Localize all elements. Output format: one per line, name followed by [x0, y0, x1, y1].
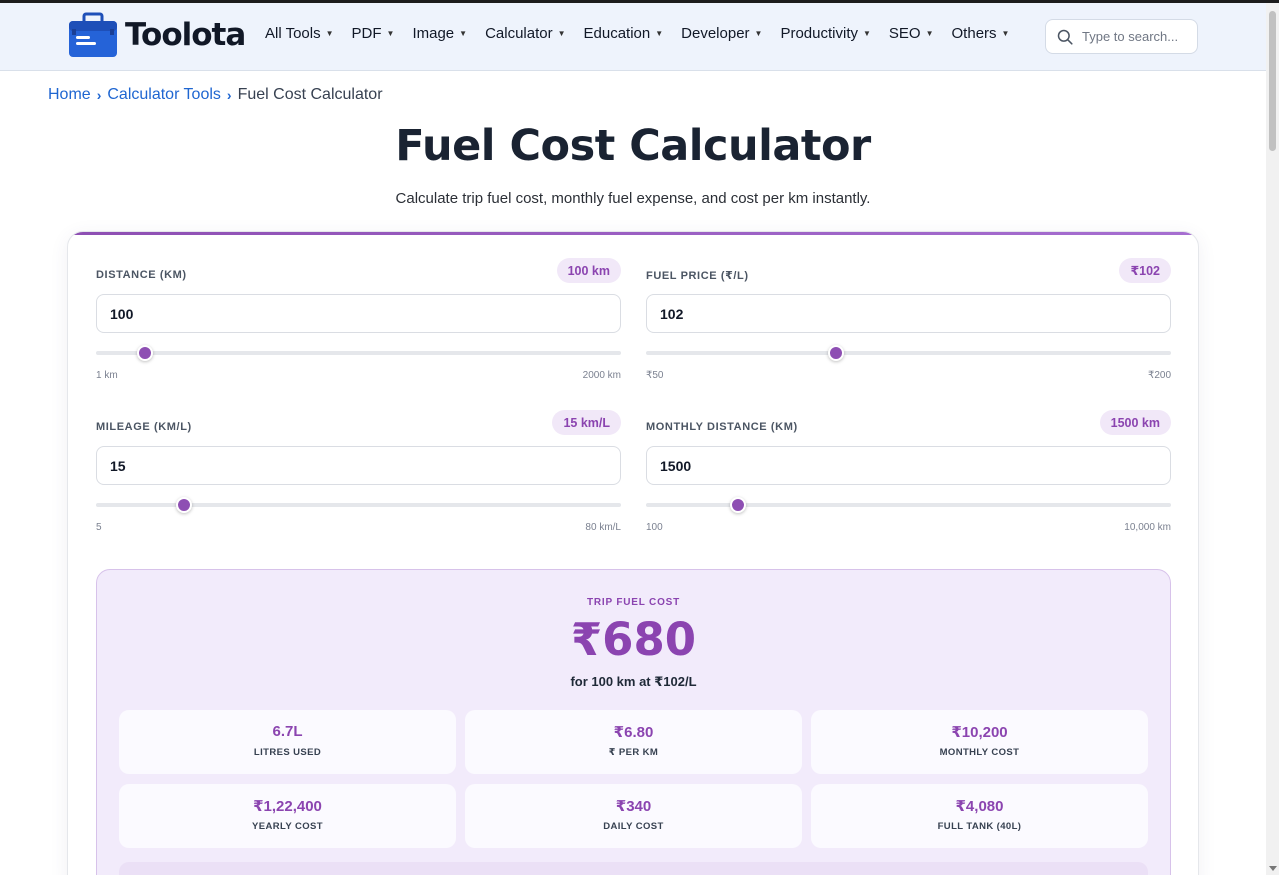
site-header: Toolota All Tools ▼ PDF ▼ Image ▼ Calculato…: [0, 3, 1266, 71]
caret-down-icon: ▼: [557, 29, 566, 38]
distance-slider-thumb[interactable]: [136, 345, 153, 361]
caret-down-icon: ▼: [1001, 29, 1010, 38]
fuel-price-label: FUEL PRICE (₹/L): [646, 270, 749, 282]
search-input[interactable]: [1082, 29, 1190, 44]
fuel-price-input[interactable]: [646, 294, 1171, 333]
stat-value: ₹6.80: [613, 724, 654, 741]
nav-education[interactable]: Education ▼: [584, 25, 664, 42]
nav-label: Developer: [681, 25, 750, 42]
logo[interactable]: Toolota: [68, 12, 246, 58]
nav-seo[interactable]: SEO ▼: [889, 25, 934, 42]
breadcrumb-current: Fuel Cost Calculator: [237, 86, 383, 103]
stat-litres-used: 6.7L LITRES USED: [119, 710, 456, 774]
stat-monthly-cost: ₹10,200 MONTHLY COST: [811, 710, 1148, 774]
fuel-price-badge: ₹102: [1119, 258, 1171, 283]
monthly-distance-label: MONTHLY DISTANCE (KM): [646, 421, 798, 433]
nav-label: Others: [951, 25, 997, 42]
nav-label: SEO: [888, 25, 921, 42]
result-label: TRIP FUEL COST: [586, 597, 681, 608]
nav-all-tools[interactable]: All Tools ▼: [265, 25, 334, 42]
stat-value: ₹10,200: [951, 724, 1008, 741]
breadcrumb: Home › Calculator Tools › Fuel Cost Calc…: [48, 86, 383, 104]
nav-developer[interactable]: Developer ▼: [681, 25, 762, 42]
stat-value: 6.7L: [272, 723, 303, 740]
distance-badge: 100 km: [556, 258, 621, 283]
stat-yearly-cost: ₹1,22,400 YEARLY COST: [119, 784, 456, 848]
mileage-badge: 15 km/L: [552, 410, 621, 435]
nav-label: Productivity: [780, 25, 858, 42]
stat-daily-cost: ₹340 DAILY COST: [465, 784, 802, 848]
caret-down-icon: ▼: [325, 29, 334, 38]
stat-label: DAILY COST: [603, 821, 664, 832]
page-scrollbar[interactable]: [1266, 3, 1279, 875]
caret-down-icon: ▼: [459, 29, 468, 38]
stat-label: YEARLY COST: [252, 821, 323, 832]
nav-label: PDF: [351, 25, 382, 42]
caret-down-icon: ▼: [655, 29, 664, 38]
fuel-price-max-label: ₹200: [1147, 370, 1171, 381]
mileage-input[interactable]: [96, 446, 621, 485]
stat-cost-per-km: ₹6.80 ₹ PER KM: [465, 710, 802, 774]
trip-fuel-cost-value: ₹680: [570, 613, 697, 666]
mileage-slider-thumb[interactable]: [176, 497, 193, 513]
fuel-price-slider[interactable]: [646, 345, 1171, 361]
nav-others[interactable]: Others ▼: [952, 25, 1010, 42]
result-subtext: for 100 km at ₹102/L: [570, 674, 697, 689]
monthly-distance-min-label: 100: [646, 522, 663, 533]
nav-label: Education: [583, 25, 651, 42]
logo-text: Toolota: [125, 17, 246, 53]
monthly-distance-max-label: 10,000 km: [1124, 522, 1171, 533]
toolbox-icon: [69, 12, 117, 57]
stat-full-tank: ₹4,080 FULL TANK (40L): [811, 784, 1148, 848]
mileage-slider[interactable]: [96, 497, 621, 513]
fuel-price-min-label: ₹50: [646, 370, 664, 381]
result-panel: TRIP FUEL COST ₹680 for 100 km at ₹102/L…: [96, 569, 1171, 875]
search-icon: [1057, 29, 1073, 45]
nav-calculator[interactable]: Calculator ▼: [485, 25, 565, 42]
distance-min-label: 1 km: [96, 370, 118, 381]
chevron-right-icon: ›: [226, 87, 232, 103]
distance-label: DISTANCE (KM): [96, 269, 187, 281]
nav-image[interactable]: Image ▼: [412, 25, 467, 42]
stat-label: LITRES USED: [253, 747, 322, 758]
page-title: Fuel Cost Calculator: [395, 121, 871, 171]
mileage-min-label: 5: [96, 522, 102, 533]
stat-label: FULL TANK (40L): [937, 821, 1022, 832]
stat-value: ₹340: [615, 798, 652, 815]
nav-pdf[interactable]: PDF ▼: [352, 25, 395, 42]
scrollbar-thumb[interactable]: [1269, 11, 1276, 151]
fuel-price-slider-thumb[interactable]: [827, 345, 844, 361]
stat-value: ₹1,22,400: [253, 798, 322, 815]
stat-label: MONTHLY COST: [939, 747, 1020, 758]
monthly-distance-badge: 1500 km: [1099, 410, 1171, 435]
caret-down-icon: ▼: [754, 29, 763, 38]
monthly-distance-slider[interactable]: [646, 497, 1171, 513]
scroll-down-arrow-icon[interactable]: [1269, 866, 1277, 871]
search-box[interactable]: [1045, 19, 1198, 54]
nav-productivity[interactable]: Productivity ▼: [780, 25, 870, 42]
caret-down-icon: ▼: [386, 29, 395, 38]
nav-label: All Tools: [265, 25, 321, 42]
result-footer-bar: [119, 862, 1148, 875]
page-subtitle: Calculate trip fuel cost, monthly fuel e…: [395, 190, 871, 207]
nav-label: Image: [412, 25, 455, 42]
caret-down-icon: ▼: [862, 29, 871, 38]
distance-slider[interactable]: [96, 345, 621, 361]
card-accent-bar: [68, 232, 1198, 235]
main-nav: All Tools ▼ PDF ▼ Image ▼ Calculator ▼ Educa…: [265, 25, 1027, 42]
monthly-distance-slider-thumb[interactable]: [730, 497, 747, 513]
monthly-distance-input[interactable]: [646, 446, 1171, 485]
stat-label: ₹ PER KM: [608, 747, 659, 758]
distance-input[interactable]: [96, 294, 621, 333]
breadcrumb-calculator-tools[interactable]: Calculator Tools: [107, 86, 221, 104]
mileage-label: MILEAGE (KM/L): [96, 421, 192, 433]
nav-label: Calculator: [485, 25, 553, 42]
distance-max-label: 2000 km: [582, 370, 621, 381]
calculator-card: DISTANCE (KM) 100 km 1 km 2000 km FUEL P…: [67, 231, 1199, 875]
breadcrumb-home[interactable]: Home: [48, 86, 91, 104]
mileage-max-label: 80 km/L: [585, 522, 621, 533]
stat-value: ₹4,080: [955, 798, 1004, 815]
caret-down-icon: ▼: [925, 29, 934, 38]
chevron-right-icon: ›: [96, 87, 102, 103]
